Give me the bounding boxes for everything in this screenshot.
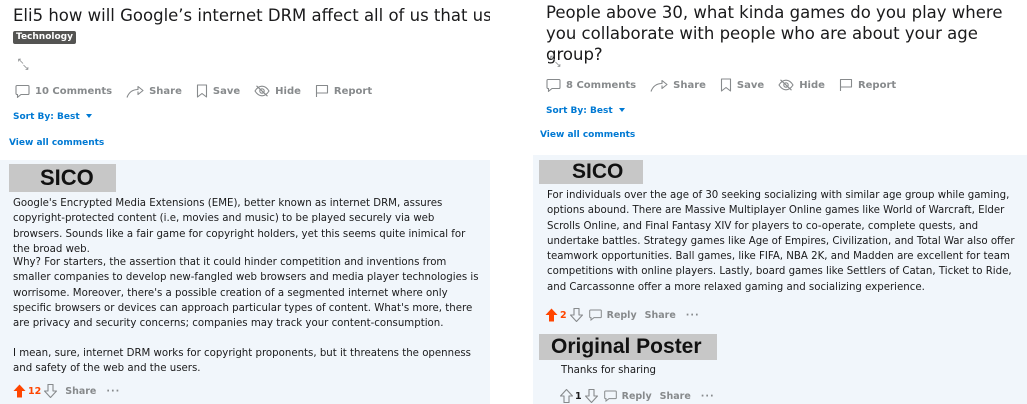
caret-down-icon: [618, 108, 625, 112]
save-label: Save: [212, 85, 241, 97]
flag-icon: [315, 84, 328, 97]
downvote-icon[interactable]: [44, 384, 58, 398]
report-button[interactable]: Report: [315, 84, 372, 98]
bookmark-icon: [196, 84, 207, 98]
reply-body: Thanks for sharing: [561, 365, 657, 376]
eye-slash-icon: [254, 85, 270, 97]
hide-label: Hide: [799, 79, 825, 91]
reply-icon[interactable]: [603, 390, 617, 402]
downvote-icon[interactable]: [569, 308, 583, 322]
reply-icon[interactable]: [588, 309, 602, 321]
post-flair[interactable]: Technology: [13, 31, 76, 44]
eye-slash-icon: [778, 79, 794, 91]
sort-by-dropdown[interactable]: Sort By: Best: [13, 112, 92, 122]
more-options-icon[interactable]: ···: [686, 310, 700, 321]
save-button[interactable]: Save: [720, 78, 764, 92]
more-options-icon[interactable]: ···: [701, 391, 715, 402]
save-label: Save: [736, 79, 765, 91]
reply-link[interactable]: Reply: [622, 391, 652, 402]
comment-paragraph: Google's Encrypted Media Extensions (EME…: [13, 198, 466, 255]
post-title[interactable]: People above 30, what kinda games do you…: [546, 2, 1026, 65]
vote-count: 12: [28, 385, 42, 397]
post-actions-bar: 8 Comments Share Save Hide Report: [546, 78, 910, 92]
left-post-panel: Eli5 how will Google’s internet DRM affe…: [0, 0, 490, 404]
comment-body: For individuals over the age of 30 seeki…: [547, 188, 1027, 295]
hide-label: Hide: [275, 85, 301, 97]
share-icon: [126, 85, 144, 98]
view-all-comments-link[interactable]: View all comments: [9, 138, 104, 148]
vote-count: 1: [575, 390, 582, 402]
upvote-active-icon[interactable]: [13, 384, 26, 398]
flag-icon: [839, 78, 852, 91]
report-label: Report: [333, 85, 373, 97]
reply-actions: 1 Reply Share ···: [560, 389, 715, 403]
comment-actions: 12 Share ···: [13, 384, 120, 398]
expand-icon[interactable]: ↖ ↘: [549, 55, 562, 70]
share-label: Share: [673, 79, 706, 91]
sort-by-label: Sort By: Best: [546, 106, 613, 116]
share-button[interactable]: Share: [650, 79, 706, 92]
share-link[interactable]: Share: [65, 386, 96, 397]
comment-paragraph: For individuals over the age of 30 seeki…: [547, 190, 1015, 293]
share-label: Share: [149, 85, 182, 97]
comment-body: Google's Encrypted Media Extensions (EME…: [13, 196, 485, 257]
report-button[interactable]: Report: [839, 78, 896, 92]
upvote-active-icon[interactable]: [545, 308, 558, 322]
downvote-icon[interactable]: [584, 389, 598, 403]
comment-paragraph: I mean, sure, internet DRM works for cop…: [13, 348, 471, 375]
author-badge: SICO: [9, 164, 116, 192]
post-title[interactable]: Eli5 how will Google’s internet DRM affe…: [13, 5, 490, 26]
comment-paragraph: Why? For starters, the assertion that it…: [13, 257, 479, 330]
save-button[interactable]: Save: [196, 84, 240, 98]
report-label: Report: [857, 79, 897, 91]
author-badge: SICO: [539, 160, 643, 184]
share-icon: [650, 79, 668, 92]
more-options-icon[interactable]: ···: [106, 386, 120, 397]
right-post-panel: People above 30, what kinda games do you…: [533, 0, 1027, 404]
comment-body: Why? For starters, the assertion that it…: [13, 255, 485, 331]
comment-actions: 2 Reply Share ···: [545, 308, 700, 322]
comments-button[interactable]: 8 Comments: [546, 78, 636, 92]
vote-count: 2: [560, 309, 567, 321]
share-link[interactable]: Share: [660, 391, 691, 402]
comments-button[interactable]: 10 Comments: [15, 84, 112, 98]
expand-icon[interactable]: ↖ ↘: [17, 58, 30, 73]
comment-icon: [546, 78, 561, 92]
caret-down-icon: [85, 114, 92, 118]
post-actions-bar: 10 Comments Share Save Hide Report: [15, 84, 386, 98]
comments-count-label: 10 Comments: [35, 85, 113, 97]
hide-button[interactable]: Hide: [778, 79, 825, 91]
bookmark-icon: [720, 78, 731, 92]
reply-link[interactable]: Reply: [607, 310, 637, 321]
share-button[interactable]: Share: [126, 85, 182, 98]
comments-count-label: 8 Comments: [566, 79, 637, 91]
upvote-icon[interactable]: [560, 389, 573, 403]
comment-body: I mean, sure, internet DRM works for cop…: [13, 346, 485, 377]
sort-by-dropdown[interactable]: Sort By: Best: [546, 106, 625, 116]
comment-icon: [15, 84, 30, 98]
view-all-comments-link[interactable]: View all comments: [540, 130, 635, 140]
original-poster-badge: Original Poster: [539, 334, 717, 360]
hide-button[interactable]: Hide: [254, 85, 301, 97]
share-link[interactable]: Share: [645, 310, 676, 321]
sort-by-label: Sort By: Best: [13, 112, 80, 122]
